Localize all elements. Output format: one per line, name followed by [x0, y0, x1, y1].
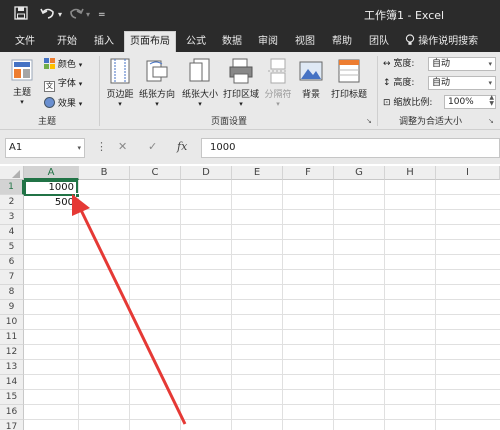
annotation-arrow — [72, 194, 187, 425]
orientation-label: 纸张方向 — [138, 90, 175, 100]
height-dropdown[interactable]: 自动 ▾ — [428, 76, 496, 90]
background-icon — [298, 58, 324, 87]
tab-view[interactable]: 视图 — [291, 33, 319, 52]
effects-button[interactable]: 效果 ▾ — [44, 97, 82, 110]
width-label: ↔ 宽度: — [383, 59, 415, 69]
orientation-button[interactable]: 纸张方向 ▾ — [137, 58, 177, 108]
themes-dropdown-icon: ▾ — [20, 98, 24, 106]
tell-me-label: 操作说明搜索 — [418, 36, 479, 47]
page-setup-launcher-icon[interactable]: ↘ — [366, 115, 372, 127]
formula-bar: A1 ▾ ⋮ ✕ ✓ fx 1000 — [0, 130, 500, 164]
size-button[interactable]: 纸张大小 ▾ — [180, 58, 220, 108]
print-titles-icon — [327, 58, 371, 87]
cancel-icon[interactable]: ✕ — [118, 138, 127, 156]
chevron-down-icon: ▾ — [488, 79, 492, 87]
more-options-icon[interactable]: ⋮ — [96, 138, 107, 156]
height-label: ↕ 高度: — [383, 78, 415, 88]
tab-formulas[interactable]: 公式 — [182, 33, 210, 52]
background-label: 背景 — [301, 90, 320, 100]
tell-me-search[interactable]: 操作说明搜索 — [405, 33, 499, 52]
margins-button[interactable]: 页边距 ▾ — [105, 58, 135, 108]
tab-file[interactable]: 文件 — [9, 33, 41, 52]
print-area-icon — [222, 58, 260, 87]
chevron-down-icon: ▾ — [488, 60, 492, 68]
orientation-icon — [137, 58, 177, 87]
excel-window: ▾ ▾ = 工作簿1 - Excel 文件 开始 插入 页面布局 公式 数据 审… — [0, 0, 500, 430]
fonts-icon: 文 — [44, 81, 55, 92]
paper-size-icon — [180, 58, 220, 87]
undo-icon[interactable] — [40, 6, 56, 26]
window-title: 工作簿1 - Excel — [364, 9, 445, 22]
name-box[interactable]: A1 ▾ — [5, 138, 85, 158]
breaks-icon — [263, 58, 293, 87]
tab-review[interactable]: 审阅 — [254, 33, 282, 52]
title-bar: ▾ ▾ = 工作簿1 - Excel — [0, 0, 500, 30]
width-dropdown[interactable]: 自动 ▾ — [428, 57, 496, 71]
width-icon: ↔ — [383, 59, 391, 69]
fonts-label: 字体 — [57, 79, 76, 89]
height-icon: ↕ — [383, 78, 391, 88]
tab-home[interactable]: 开始 — [52, 33, 82, 52]
chevron-down-icon[interactable]: ▾ — [77, 139, 81, 157]
print-titles-label: 打印标题 — [330, 90, 367, 100]
colors-label: 颜色 — [57, 60, 76, 70]
print-area-button[interactable]: 打印区域 ▾ — [222, 58, 260, 108]
themes-label: 主题 — [12, 88, 31, 98]
print-titles-button[interactable]: 打印标题 — [327, 58, 371, 100]
undo-dropdown-icon[interactable]: ▾ — [58, 6, 62, 24]
tab-team[interactable]: 团队 — [365, 33, 393, 52]
fonts-button[interactable]: 文 字体 ▾ — [44, 78, 82, 92]
themes-group-label: 主题 — [38, 117, 57, 127]
scale-label: ⊡ 缩放比例: — [383, 98, 433, 108]
save-icon[interactable] — [14, 6, 28, 26]
tab-help[interactable]: 帮助 — [328, 33, 356, 52]
tab-data[interactable]: 数据 — [218, 33, 246, 52]
redo-dropdown-icon[interactable]: ▾ — [86, 6, 90, 24]
print-area-label: 打印区域 — [222, 90, 259, 100]
customize-qat-icon[interactable]: = — [98, 6, 106, 24]
size-label: 纸张大小 — [181, 90, 218, 100]
themes-button[interactable]: 主题 ▾ — [9, 58, 35, 106]
enter-icon[interactable]: ✓ — [148, 138, 157, 156]
scale-group-label: 调整为合适大小 — [399, 117, 463, 127]
colors-icon — [44, 58, 58, 70]
scale-launcher-icon[interactable]: ↘ — [488, 115, 494, 127]
insert-function-icon[interactable]: fx — [177, 138, 187, 156]
themes-icon — [9, 58, 35, 85]
group-separator — [377, 56, 378, 126]
formula-input[interactable]: 1000 — [201, 138, 500, 158]
ribbon-tabs: 文件 开始 插入 页面布局 公式 数据 审阅 视图 帮助 团队 操作说明搜索 — [0, 30, 500, 52]
page-setup-group-label: 页面设置 — [211, 117, 248, 127]
effects-label: 效果 — [57, 99, 76, 109]
group-separator — [99, 56, 100, 126]
breaks-label: 分隔符 — [264, 90, 292, 100]
lightbulb-icon — [405, 34, 418, 47]
ribbon-page-layout: 主题 ▾ 颜色 ▾ 文 字体 ▾ 效果 ▾ 主题 页边距 ▾ 纸张方向 ▾ 纸张… — [0, 52, 500, 130]
effects-icon — [44, 97, 55, 108]
background-button[interactable]: 背景 — [298, 58, 324, 100]
redo-icon[interactable] — [68, 6, 84, 26]
scale-icon: ⊡ — [383, 98, 391, 108]
tab-page-layout[interactable]: 页面布局 — [124, 31, 176, 52]
spinner-arrows-icon[interactable]: ▲ ▼ — [489, 95, 494, 107]
breaks-button[interactable]: 分隔符 ▾ — [263, 58, 293, 108]
colors-button[interactable]: 颜色 ▾ — [44, 58, 82, 71]
scale-spinner[interactable]: 100% ▲ ▼ — [444, 95, 496, 109]
worksheet-grid: ABCDEFGHI 1 2 3 4 5 6 7 8 9 10 11 12 13 14 15 16 17 1000… — [0, 166, 500, 430]
margins-icon — [105, 58, 135, 87]
margins-label: 页边距 — [106, 90, 134, 100]
tab-insert[interactable]: 插入 — [90, 33, 118, 52]
